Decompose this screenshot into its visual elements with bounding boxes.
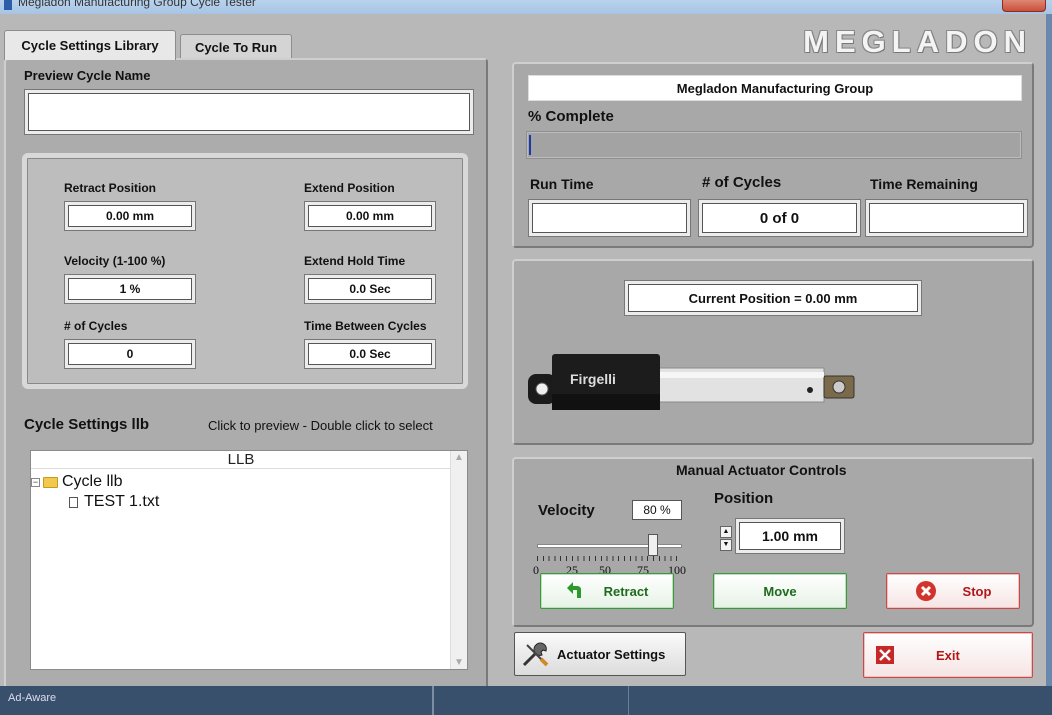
exit-x-icon	[876, 646, 894, 664]
scroll-down-arrow-icon[interactable]: ▼	[454, 657, 464, 668]
preview-cycle-name-field[interactable]	[28, 93, 470, 131]
cycle-count-field: 0 of 0	[702, 203, 857, 233]
tree-header: LLB	[31, 451, 451, 469]
velocity-slider-thumb[interactable]	[648, 534, 658, 556]
stepper-down-icon[interactable]: ▼	[720, 539, 732, 551]
actuator-settings-button[interactable]: Actuator Settings	[514, 632, 686, 676]
tree-file-test-1[interactable]: TEST 1.txt	[69, 493, 159, 511]
actuator-illustration: Firgelli	[528, 354, 855, 410]
velocity-slider-readout[interactable]: 80 %	[632, 500, 682, 520]
stop-button-label: Stop	[962, 583, 992, 599]
wrench-screwdriver-icon	[522, 642, 549, 667]
position-field[interactable]: 1.00 mm	[739, 522, 841, 550]
retract-position-field[interactable]: 0.00 mm	[68, 205, 192, 227]
library-hint: Click to preview - Double click to selec…	[208, 418, 433, 433]
position-label: Position	[714, 490, 774, 507]
current-position-readout: Current Position = 0.00 mm	[628, 284, 918, 312]
actuator-mount-hole	[535, 382, 549, 396]
extend-position-field[interactable]: 0.00 mm	[308, 205, 432, 227]
time-remaining-field	[869, 203, 1024, 233]
stop-icon	[915, 581, 936, 601]
taskbar-divider	[628, 686, 629, 715]
company-banner: Megladon Manufacturing Group	[528, 75, 1022, 101]
progress-bar	[526, 131, 1022, 159]
stop-button[interactable]: Stop	[886, 573, 1020, 609]
retract-button-label: Retract	[603, 583, 649, 599]
file-icon	[69, 496, 78, 508]
preview-cycle-name-label: Preview Cycle Name	[24, 68, 151, 83]
time-remaining-label: Time Remaining	[870, 176, 978, 192]
move-button[interactable]: Move	[713, 573, 847, 609]
exit-button-label: Exit	[936, 647, 960, 663]
tab-cycle-to-run[interactable]: Cycle To Run	[180, 34, 292, 60]
position-stepper[interactable]: ▲ ▼	[720, 526, 734, 552]
extend-hold-time-label: Extend Hold Time	[304, 254, 406, 268]
folder-icon	[43, 476, 58, 488]
cycle-settings-llb-label: Cycle Settings llb	[24, 416, 150, 433]
app-icon	[4, 0, 12, 10]
collapse-icon[interactable]: −	[31, 477, 40, 487]
progress-bar-fill	[529, 135, 531, 155]
tree-folder-label: Cycle llb	[62, 473, 123, 490]
actuator-rod-pin	[807, 387, 813, 393]
time-between-cycles-field[interactable]: 0.0 Sec	[308, 343, 432, 365]
scroll-up-arrow-icon[interactable]: ▲	[454, 452, 464, 463]
llb-tree-view[interactable]: LLB ▲ ▼ − Cycle llb TEST 1.txt	[30, 450, 468, 670]
velocity-slider-track[interactable]	[537, 544, 682, 548]
velocity-label: Velocity (1-100 %)	[64, 254, 166, 268]
tree-file-label: TEST 1.txt	[84, 493, 160, 510]
window-titlebar: Megladon Manufacturing Group Cycle Teste…	[0, 0, 1052, 14]
actuator-housing-shade	[552, 394, 660, 410]
close-window-button[interactable]	[1002, 0, 1046, 12]
actuator-rod-highlight	[656, 372, 824, 378]
taskbar-divider	[432, 686, 434, 715]
taskbar: Ad-Aware	[0, 686, 1052, 715]
move-button-label: Move	[763, 583, 797, 599]
taskbar-item-ad-aware[interactable]: Ad-Aware	[8, 692, 56, 704]
retract-arrow-icon	[566, 582, 581, 598]
tree-scrollbar[interactable]: ▲ ▼	[450, 451, 467, 669]
velocity-slider-label: Velocity	[538, 502, 595, 519]
tab-cycle-settings-library[interactable]: Cycle Settings Library	[4, 30, 176, 60]
manual-controls-title: Manual Actuator Controls	[676, 462, 847, 478]
actuator-brand-label: Firgelli	[570, 371, 616, 387]
window-right-border	[1046, 14, 1052, 715]
tree-folder-cycle-llb[interactable]: − Cycle llb	[31, 473, 122, 491]
cycles-label: # of Cycles	[64, 319, 128, 333]
extend-position-label: Extend Position	[304, 181, 395, 195]
retract-button[interactable]: Retract	[540, 573, 674, 609]
window-title: Megladon Manufacturing Group Cycle Teste…	[18, 0, 256, 9]
run-time-label: Run Time	[530, 176, 594, 192]
velocity-slider-ticks	[537, 556, 682, 561]
exit-button[interactable]: Exit	[863, 632, 1033, 678]
extend-hold-time-field[interactable]: 0.0 Sec	[308, 278, 432, 300]
time-between-cycles-label: Time Between Cycles	[304, 319, 427, 333]
brand-logo: MEGLADON	[803, 24, 1032, 59]
velocity-field[interactable]: 1 %	[68, 278, 192, 300]
cycle-count-label: # of Cycles	[702, 174, 782, 191]
main-window: Cycle Settings Library Cycle To Run MEGL…	[0, 14, 1046, 690]
cycles-field[interactable]: 0	[68, 343, 192, 365]
actuator-clevis-bolt	[832, 380, 846, 394]
retract-position-label: Retract Position	[64, 181, 157, 195]
velocity-scale-0: 0	[533, 563, 539, 577]
percent-complete-label: % Complete	[528, 108, 614, 125]
actuator-settings-label: Actuator Settings	[557, 646, 666, 662]
run-time-field	[532, 203, 687, 233]
stepper-up-icon[interactable]: ▲	[720, 526, 732, 538]
